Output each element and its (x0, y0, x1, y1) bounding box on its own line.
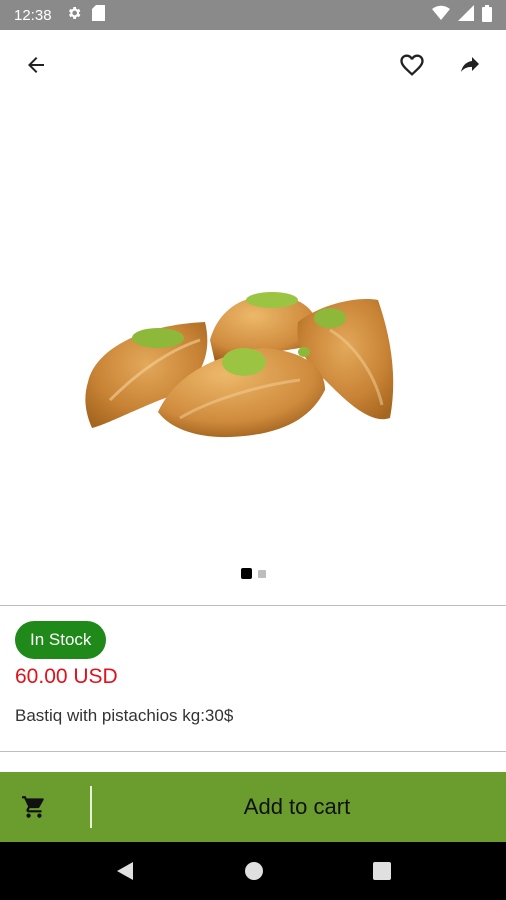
share-icon (461, 57, 479, 72)
heart-outline-icon (400, 54, 424, 76)
status-time: 12:38 (14, 6, 52, 24)
divider (0, 605, 506, 606)
app-bar (0, 30, 506, 100)
favorite-button[interactable] (394, 47, 430, 83)
wifi-icon (432, 5, 450, 25)
back-arrow-icon (28, 57, 44, 73)
settings-icon (66, 5, 82, 25)
signal-icon (458, 5, 474, 25)
baklava-image (85, 292, 394, 438)
product-description: Bastiq with pistachios kg:30$ (15, 706, 234, 725)
product-price: 60.00 USD (15, 665, 118, 688)
add-to-cart-bar[interactable]: Add to cart (0, 772, 506, 842)
carousel-dot-active[interactable] (240, 568, 252, 579)
share-button[interactable] (452, 47, 488, 83)
divider (0, 751, 506, 752)
status-bar: 12:38 (0, 0, 506, 30)
nav-home-icon[interactable] (243, 860, 265, 882)
carousel-indicator (0, 568, 506, 579)
cart-icon (22, 796, 44, 818)
add-to-cart-button[interactable]: Add to cart (92, 794, 506, 820)
nav-recents-icon[interactable] (372, 861, 392, 881)
system-nav-bar (0, 842, 506, 900)
battery-icon (482, 4, 492, 26)
stock-badge: In Stock (15, 621, 107, 659)
product-image[interactable] (0, 100, 506, 555)
carousel-dot[interactable] (257, 570, 266, 578)
back-button[interactable] (18, 47, 54, 83)
nav-back-icon[interactable] (114, 860, 136, 882)
sd-card-icon (91, 5, 105, 25)
cart-button[interactable] (0, 772, 90, 842)
